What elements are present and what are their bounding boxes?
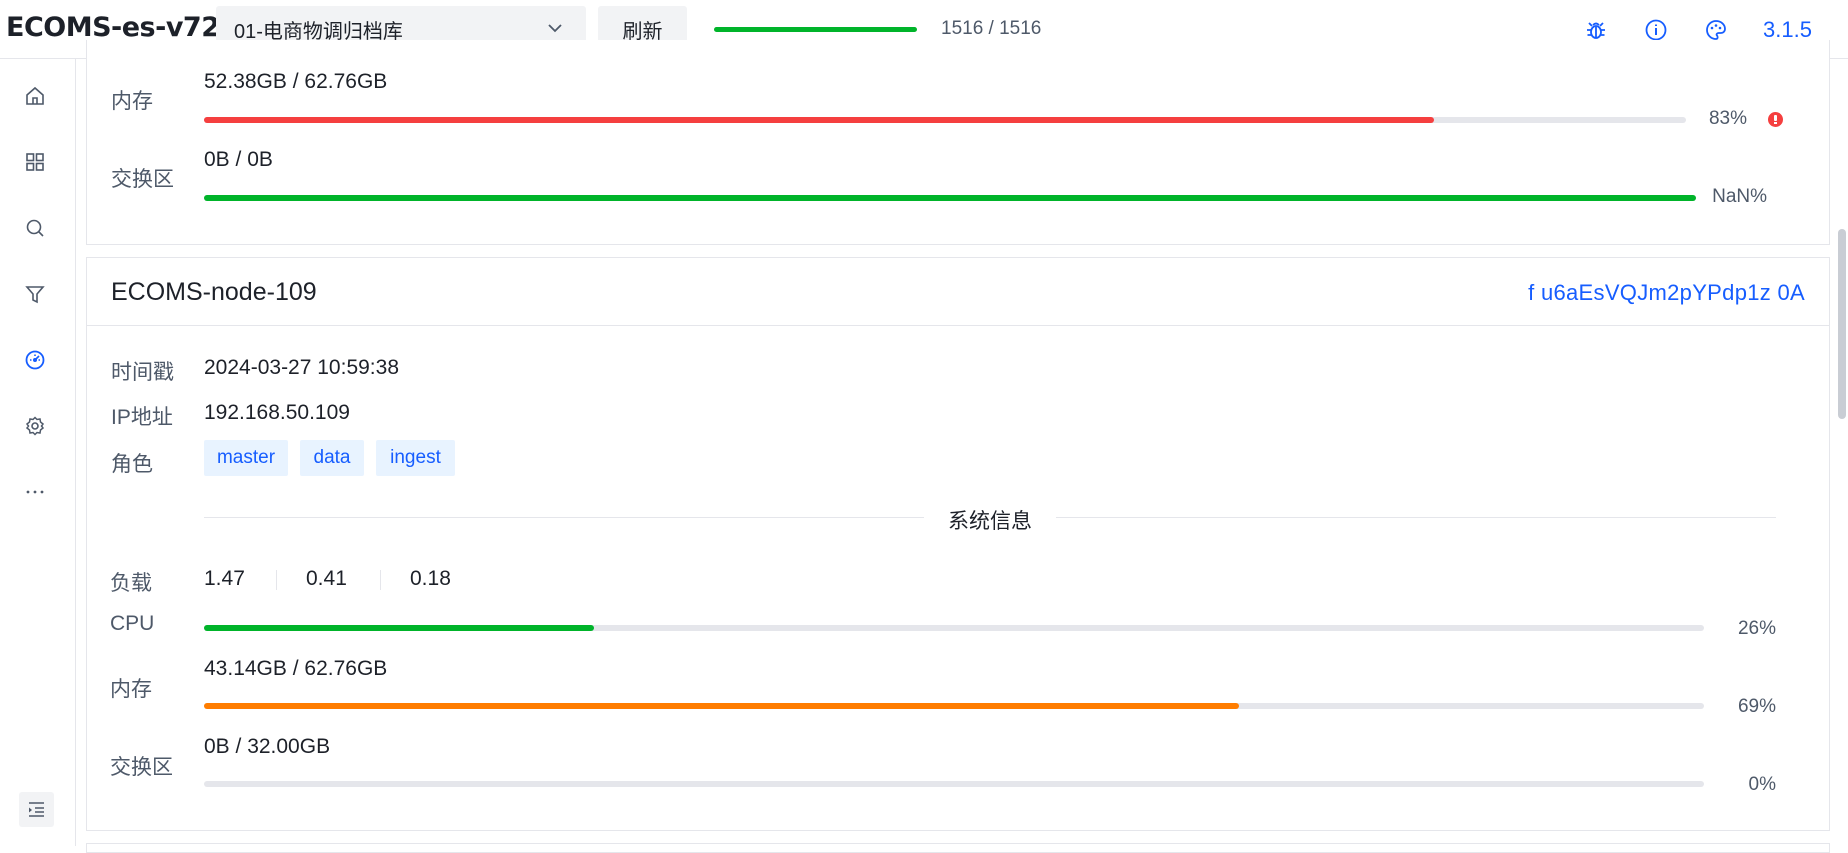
chevron-down-icon	[548, 24, 562, 33]
load-1m: 1.47	[204, 567, 245, 590]
load-15m: 0.18	[410, 567, 451, 590]
role-label: 角色	[111, 453, 153, 476]
more-icon[interactable]	[24, 481, 46, 503]
load-separator	[276, 570, 277, 590]
sysinfo-divider-right	[1056, 517, 1776, 518]
sysinfo-divider-left	[204, 517, 924, 518]
swap-progress-track	[204, 781, 1704, 787]
cpu-percent: 26%	[1737, 618, 1776, 639]
memory-value: 43.14GB / 62.76GB	[204, 657, 388, 680]
app-title: ECOMS-es-v72-	[6, 12, 231, 43]
cpu-progress-fill	[204, 625, 594, 631]
monitor-icon[interactable]	[24, 349, 46, 371]
menu-fold-icon	[29, 802, 44, 817]
sidebar-collapse-button[interactable]	[19, 792, 54, 827]
node-id-link[interactable]: f u6aEsVQJm2pYPdp1z 0A	[1528, 280, 1805, 306]
filter-icon[interactable]	[24, 283, 46, 305]
timestamp-label: 时间戳	[111, 361, 174, 384]
memory-percent: 69%	[1737, 696, 1776, 717]
info-icon[interactable]	[1644, 18, 1668, 42]
sysinfo-title: 系统信息	[948, 510, 1032, 533]
role-tag-data: data	[300, 440, 364, 476]
memory-value: 52.38GB / 62.76GB	[204, 70, 388, 93]
ip-label: IP地址	[111, 406, 173, 429]
swap-progress-track	[204, 195, 1696, 201]
role-tag-ingest: ingest	[376, 440, 455, 476]
swap-progress-fill	[204, 195, 1696, 201]
swap-label: 交换区	[111, 168, 174, 191]
settings-icon[interactable]	[24, 415, 46, 437]
memory-label: 内存	[111, 90, 153, 113]
cpu-label: CPU	[110, 612, 155, 635]
node-card: ECOMS-node-109 f u6aEsVQJm2pYPdp1z 0A 时间…	[86, 257, 1830, 831]
node-card-header: ECOMS-node-109 f u6aEsVQJm2pYPdp1z 0A	[87, 258, 1829, 326]
swap-percent: 0%	[1748, 774, 1776, 795]
memory-label: 内存	[110, 678, 152, 701]
memory-progress-track	[204, 703, 1704, 709]
load-5m: 0.41	[306, 567, 347, 590]
swap-percent: NaN%	[1712, 186, 1767, 207]
search-icon[interactable]	[24, 217, 46, 239]
memory-progress-fill	[204, 703, 1239, 709]
bug-icon[interactable]	[1584, 18, 1608, 42]
load-progress-bar	[714, 27, 917, 32]
node-card-previous: 内存 52.38GB / 62.76GB 83% 交换区 0B / 0B NaN…	[86, 40, 1830, 245]
memory-progress-fill	[204, 117, 1435, 123]
dashboard-icon[interactable]	[24, 151, 46, 173]
node-name: ECOMS-node-109	[111, 278, 317, 306]
home-icon[interactable]	[24, 85, 46, 107]
load-separator	[380, 570, 381, 590]
memory-progress-track	[204, 117, 1686, 123]
load-progress-count: 1516 / 1516	[941, 18, 1042, 39]
swap-label: 交换区	[110, 756, 173, 779]
node-card-next	[86, 843, 1830, 853]
load-label: 负载	[110, 572, 152, 595]
sidebar	[0, 59, 76, 846]
page-scrollbar-thumb[interactable]	[1838, 229, 1846, 419]
swap-value: 0B / 0B	[204, 148, 273, 171]
swap-value: 0B / 32.00GB	[204, 735, 331, 758]
cpu-progress-track	[204, 625, 1704, 631]
role-tag-master: master	[204, 440, 288, 476]
memory-percent: 83%	[1708, 108, 1747, 129]
ip-value: 192.168.50.109	[204, 401, 350, 424]
timestamp-value: 2024-03-27 10:59:38	[204, 356, 399, 379]
warning-icon	[1768, 112, 1783, 127]
palette-icon[interactable]	[1704, 18, 1728, 42]
